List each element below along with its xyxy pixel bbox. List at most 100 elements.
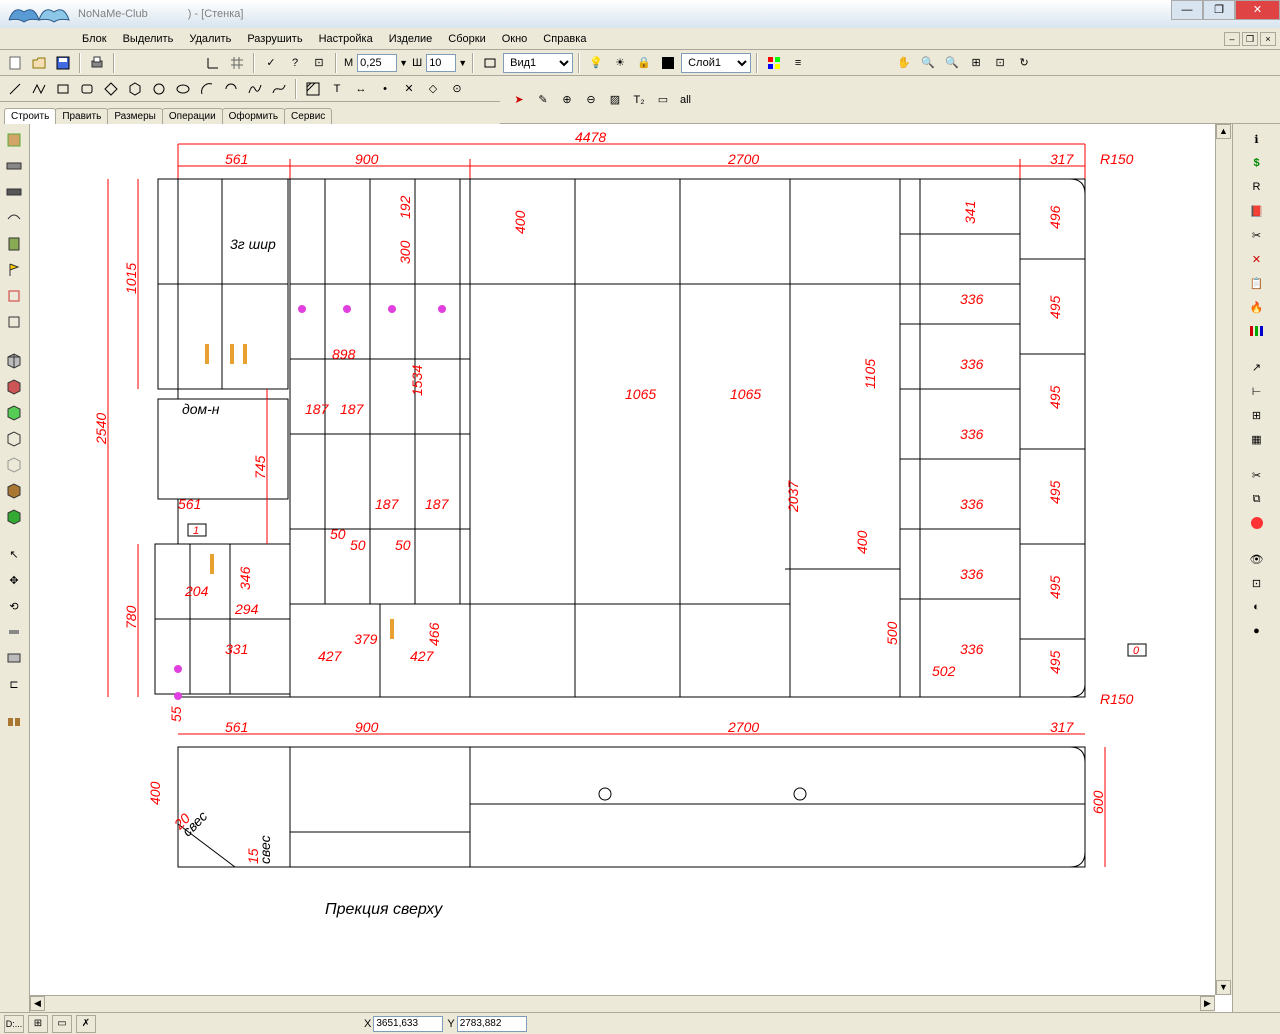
print-icon[interactable] [86,52,108,74]
r-dollar-icon[interactable]: $ [1246,152,1268,174]
r-wire-icon[interactable]: ⊡ [1246,572,1268,594]
plate-icon[interactable] [2,646,26,670]
sun-icon[interactable]: ☀ [609,52,631,74]
scroll-down[interactable]: ▼ [1216,980,1231,995]
r-shade-icon[interactable]: ◐ [1246,596,1268,618]
minus-icon[interactable]: ⊖ [580,89,602,111]
menu-assembly[interactable]: Сборки [440,31,493,47]
mdi-restore[interactable]: ❐ [1242,32,1258,46]
tab-edit[interactable]: Править [55,108,108,124]
zoomin-icon[interactable]: 🔍 [917,52,939,74]
menu-settings[interactable]: Настройка [311,31,381,47]
mdi-close[interactable]: × [1260,32,1276,46]
box2-icon[interactable] [2,310,26,334]
wand-icon[interactable]: ✎ [532,89,554,111]
axis-icon[interactable] [202,52,224,74]
point-icon[interactable]: • [374,78,396,100]
poly-icon[interactable] [100,78,122,100]
r-cut-icon[interactable]: ✂ [1246,224,1268,246]
menu-select[interactable]: Выделить [115,31,182,47]
tab-build[interactable]: Строить [4,108,56,124]
bezier-icon[interactable] [268,78,290,100]
r-view-icon[interactable]: 👁 [1246,548,1268,570]
iso6-icon[interactable] [2,478,26,502]
menu-delete[interactable]: Удалить [181,31,239,47]
panel-icon[interactable] [2,128,26,152]
r-part-icon[interactable]: ▦ [1246,428,1268,450]
pointer-icon[interactable]: ➤ [508,89,530,111]
polyline-icon[interactable] [28,78,50,100]
thick-icon[interactable] [2,620,26,644]
tab-format[interactable]: Оформить [222,108,285,124]
circle-icon[interactable] [148,78,170,100]
menu-window[interactable]: Окно [494,31,536,47]
r-fire-icon[interactable]: 🔥 [1246,296,1268,318]
r-ref-icon[interactable]: ↗ [1246,356,1268,378]
dim-icon[interactable]: ↔ [350,78,372,100]
zoomout-icon[interactable]: 🔍 [941,52,963,74]
status-btn2[interactable]: ▭ [52,1015,72,1033]
r-book-icon[interactable]: 📕 [1246,200,1268,222]
tab-dims[interactable]: Размеры [107,108,163,124]
scroll-left[interactable]: ◀ [30,996,45,1011]
all-label[interactable]: all [680,94,691,106]
spline-icon[interactable] [244,78,266,100]
r-color-icon[interactable] [1246,512,1268,534]
carc-icon[interactable] [220,78,242,100]
r-info-icon[interactable]: ℹ [1246,128,1268,150]
hatch-icon[interactable] [302,78,324,100]
horizontal-scrollbar[interactable]: ◀ ▶ [30,995,1215,1012]
cross-icon[interactable]: ✕ [398,78,420,100]
extrude-icon[interactable] [2,206,26,230]
rot-icon[interactable]: ⟲ [2,594,26,618]
m-input[interactable] [357,54,397,72]
rrect-icon[interactable] [76,78,98,100]
snap2-icon[interactable]: ⊙ [446,78,468,100]
menu-product[interactable]: Изделие [381,31,441,47]
rect-icon[interactable] [479,52,501,74]
canvas-area[interactable]: 4478 561 900 2700 317 R150 3г шир [30,124,1232,1012]
layer-select[interactable]: Слой1 [681,53,751,73]
rect-shape-icon[interactable] [52,78,74,100]
r-r-icon[interactable]: R [1246,176,1268,198]
status-btn3[interactable]: ✗ [76,1015,96,1033]
hex-icon[interactable] [124,78,146,100]
marker3-icon[interactable]: ⊡ [308,52,330,74]
vertical-scrollbar[interactable]: ▲ ▼ [1215,124,1232,995]
move-icon[interactable]: ✥ [2,568,26,592]
text-icon[interactable]: T [326,78,348,100]
menu-block[interactable]: Блок [74,31,115,47]
y-input[interactable] [457,1016,527,1032]
status-d[interactable]: D:... [4,1015,24,1033]
profile-icon[interactable] [2,232,26,256]
line-icon[interactable] [4,78,26,100]
maximize-button[interactable]: ❐ [1203,0,1235,20]
r-dim-icon[interactable]: ⊢ [1246,380,1268,402]
t-icon[interactable]: T₂ [628,89,650,111]
close-button[interactable]: ✕ [1235,0,1280,20]
scroll-up[interactable]: ▲ [1216,124,1231,139]
drawing-canvas[interactable]: 4478 561 900 2700 317 R150 3г шир [30,124,1232,1012]
open-icon[interactable] [28,52,50,74]
rect2-icon[interactable]: ▭ [652,89,674,111]
r-scissors-icon[interactable]: ✂ [1246,464,1268,486]
plus-icon[interactable]: ⊕ [556,89,578,111]
tab-ops[interactable]: Операции [162,108,223,124]
iso4-icon[interactable] [2,426,26,450]
tab-service[interactable]: Сервис [284,108,332,124]
iso1-icon[interactable] [2,348,26,372]
arc-icon[interactable] [196,78,218,100]
grid-icon[interactable] [226,52,248,74]
iso5-icon[interactable] [2,452,26,476]
zoomfit-icon[interactable]: ⊞ [965,52,987,74]
save-icon[interactable] [52,52,74,74]
r-render-icon[interactable]: ● [1246,620,1268,642]
ellipse-icon[interactable] [172,78,194,100]
status-btn1[interactable]: ⊞ [28,1015,48,1033]
edge-icon[interactable]: ⊏ [2,672,26,696]
cursor-icon[interactable]: ↖ [2,542,26,566]
snap-icon[interactable]: ◇ [422,78,444,100]
hand-icon[interactable]: ✋ [893,52,915,74]
flag-icon[interactable] [2,258,26,282]
marker2-icon[interactable]: ? [284,52,306,74]
